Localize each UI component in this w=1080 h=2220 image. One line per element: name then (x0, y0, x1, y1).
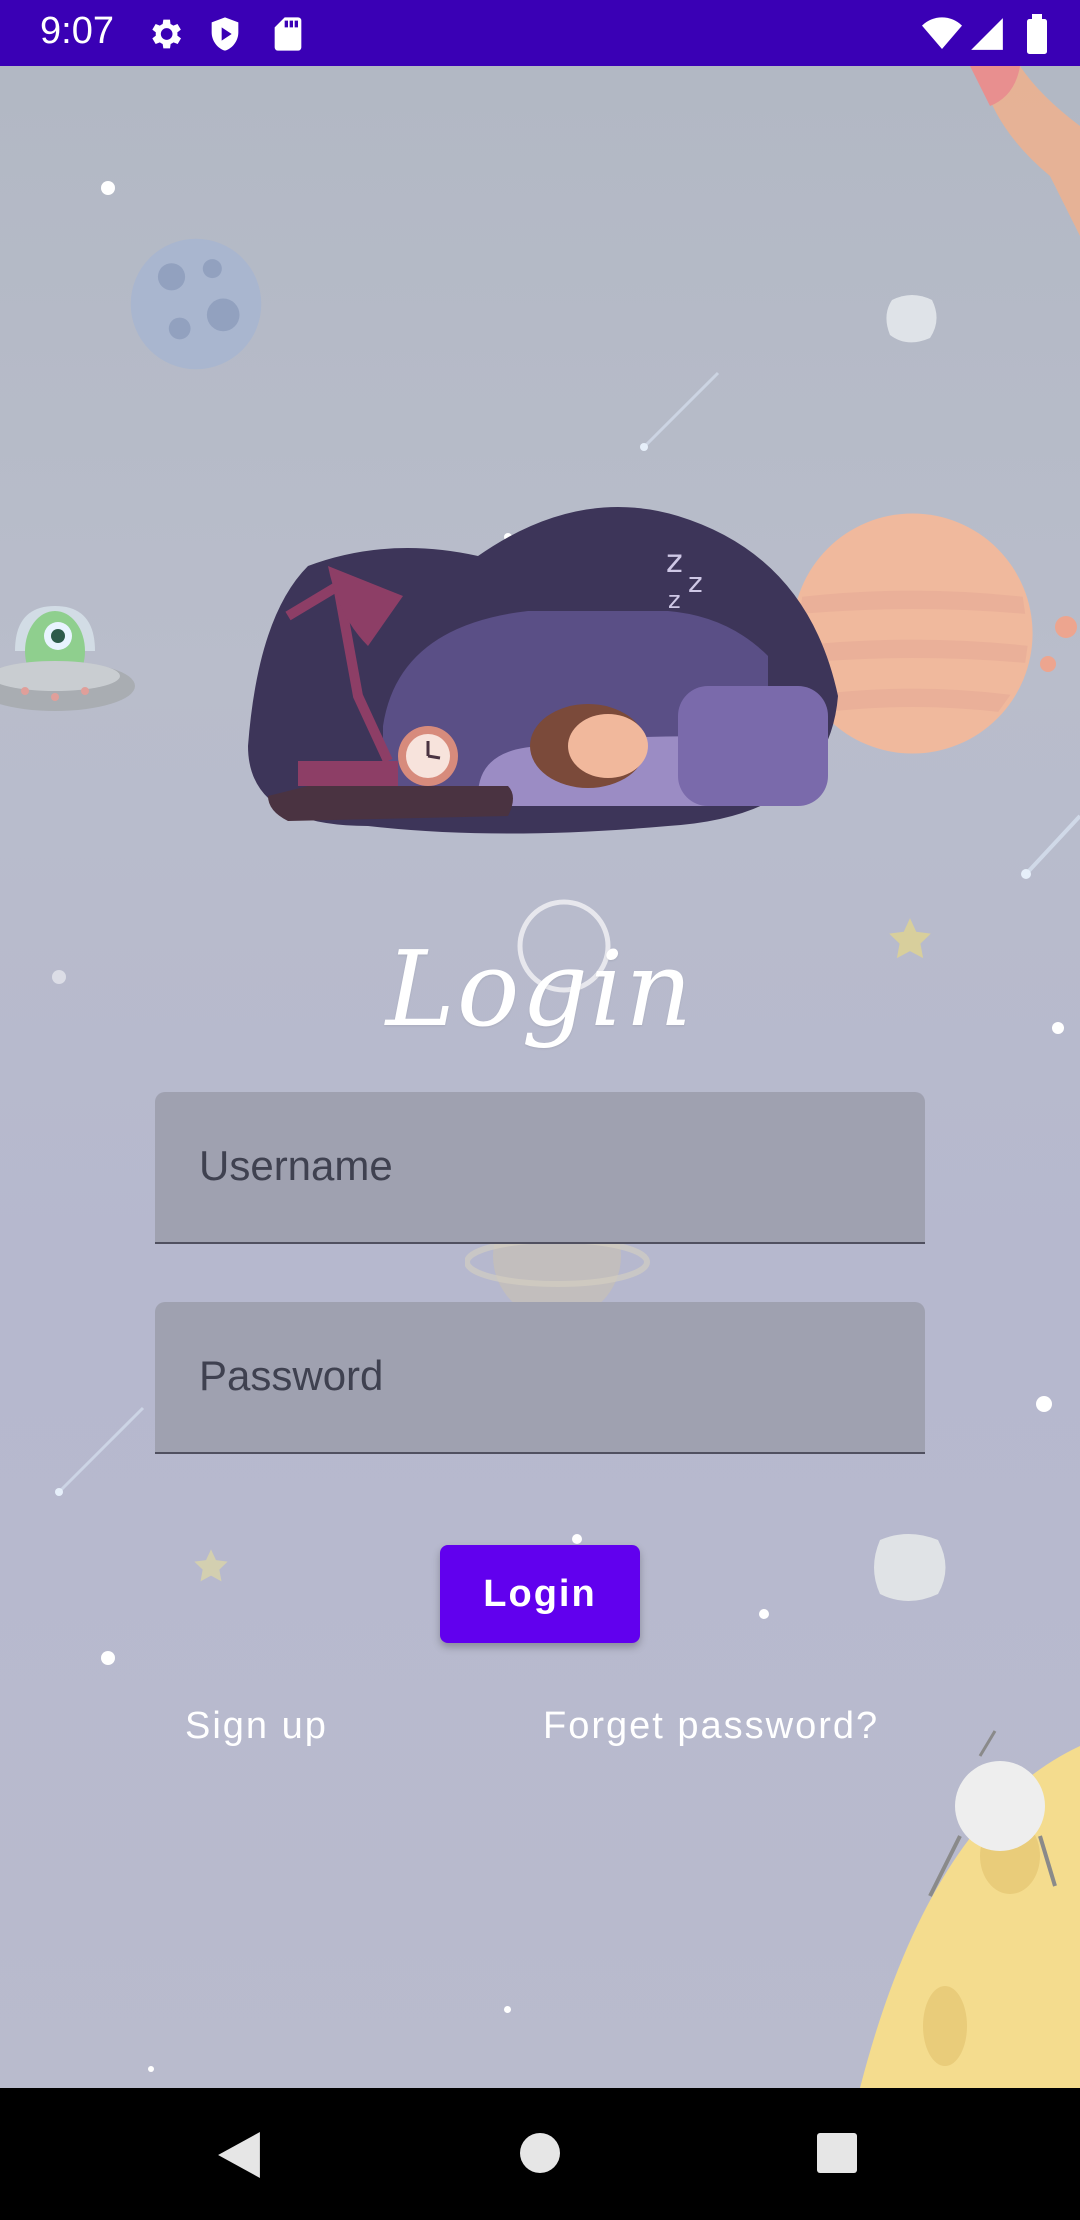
star-dot (1036, 1396, 1052, 1412)
signup-link[interactable]: Sign up (185, 1705, 328, 1748)
sd-card-icon (274, 17, 302, 51)
forgot-password-link[interactable]: Forget password? (543, 1705, 879, 1748)
svg-text:z: z (668, 586, 681, 614)
shooting-star (640, 371, 720, 451)
ufo-alien-illustration (0, 606, 135, 711)
login-button[interactable]: Login (440, 1545, 640, 1643)
home-icon[interactable] (520, 2133, 560, 2173)
shooting-star (55, 1406, 145, 1496)
star-dot (504, 2006, 511, 2013)
recents-icon[interactable] (817, 2133, 857, 2173)
sleeping-illustration: z z z (248, 507, 838, 834)
star-dot (572, 1534, 582, 1544)
rocket-illustration (970, 66, 1080, 236)
star-dot (101, 1651, 115, 1665)
status-bar: 9:07 (0, 0, 1080, 66)
star-dot (1040, 656, 1056, 672)
asteroid-illustration (874, 1534, 946, 1601)
star-dot (759, 1609, 769, 1619)
navigation-bar (0, 2088, 1080, 2220)
username-placeholder: Username (199, 1142, 393, 1189)
space-background: z z z (0, 66, 1080, 2088)
password-field[interactable]: Password (155, 1302, 925, 1454)
username-field[interactable]: Username (155, 1092, 925, 1244)
star-dot (101, 181, 115, 195)
gear-icon (152, 19, 181, 49)
svg-text:z: z (688, 566, 703, 599)
shooting-star (1021, 814, 1080, 879)
star-dot (148, 2066, 154, 2072)
asteroid-illustration (886, 295, 937, 343)
back-icon[interactable] (218, 2132, 260, 2178)
password-placeholder: Password (199, 1352, 384, 1399)
star-icon (194, 1549, 228, 1582)
wifi-icon (922, 17, 962, 49)
page-title: Login (385, 928, 695, 1050)
status-time: 9:07 (40, 10, 114, 52)
play-protect-icon (211, 17, 239, 51)
moon-illustration (130, 238, 262, 370)
battery-icon (1027, 14, 1047, 54)
svg-text:z: z (666, 542, 683, 580)
star-dot (1055, 616, 1077, 638)
signal-icon (971, 18, 1003, 50)
